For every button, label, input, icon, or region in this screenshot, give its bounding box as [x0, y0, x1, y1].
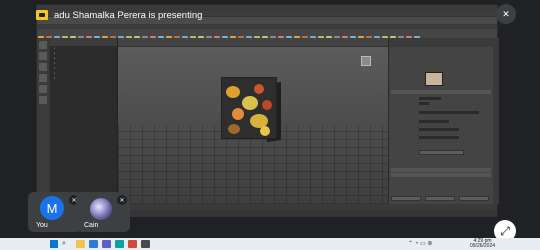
- edge-icon[interactable]: [89, 240, 98, 248]
- taskbar-apps: [76, 240, 150, 248]
- avatar: [90, 198, 112, 220]
- outliner-panel: ▪ ▪ ▪ ▪ ▪ ▪ ▪: [50, 38, 118, 204]
- attribute-editor: [388, 38, 493, 204]
- maya-shelf[interactable]: [37, 29, 497, 42]
- presenter-muted-mic-icon: ✕: [496, 4, 516, 24]
- select-tool-icon[interactable]: [39, 41, 47, 49]
- reload-button[interactable]: [419, 150, 464, 155]
- channel-box-tabs[interactable]: [493, 38, 499, 204]
- outliner-item[interactable]: ▪: [50, 76, 117, 81]
- outliner-header[interactable]: [50, 38, 117, 46]
- participant-name: Cain: [84, 222, 99, 229]
- windows-taskbar: ⌕ ⌃ ◔ ▭ ⊚ 4:29 pm 09/26/2024: [0, 238, 540, 250]
- app-icon[interactable]: [128, 240, 137, 248]
- move-tool-icon[interactable]: [39, 74, 47, 82]
- screen: ▪ ▪ ▪ ▪ ▪ ▪ ▪ persp: [0, 0, 540, 250]
- textured-cube[interactable]: [221, 77, 277, 139]
- start-button-icon[interactable]: [50, 240, 58, 248]
- select-button[interactable]: [391, 196, 421, 201]
- rotate-tool-icon[interactable]: [39, 85, 47, 93]
- clock[interactable]: 4:29 pm 09/26/2024: [470, 239, 495, 249]
- presenting-banner: adu Shamalka Perera is presenting: [36, 4, 256, 26]
- interactive-sequence-section[interactable]: [391, 168, 491, 172]
- scale-tool-icon[interactable]: [39, 96, 47, 104]
- app-icon[interactable]: [141, 240, 150, 248]
- view-cube-icon[interactable]: [361, 56, 371, 66]
- file-explorer-icon[interactable]: [76, 240, 85, 248]
- maya-app-icon[interactable]: [115, 240, 124, 248]
- participant-name: You: [36, 222, 48, 229]
- clock-date: 09/26/2024: [470, 243, 496, 249]
- viewport-toolbar[interactable]: [118, 38, 388, 47]
- maya-window: ▪ ▪ ▪ ▪ ▪ ▪ ▪ persp: [36, 4, 499, 217]
- attribute-editor-tabs[interactable]: [389, 38, 493, 47]
- muted-mic-icon: ✕: [117, 195, 127, 205]
- participant-tile-you[interactable]: M You ✕: [28, 192, 82, 232]
- system-tray[interactable]: ⌃ ◔ ▭ ⊚: [408, 240, 432, 247]
- lasso-tool-icon[interactable]: [39, 52, 47, 60]
- load-attributes-button[interactable]: [425, 196, 455, 201]
- teams-icon[interactable]: [102, 240, 111, 248]
- maya-toolbox: [37, 38, 50, 204]
- search-icon[interactable]: ⌕: [62, 240, 66, 248]
- filter-type-dropdown[interactable]: [419, 97, 441, 100]
- color-balance-section[interactable]: [391, 173, 491, 177]
- uv-tiling-mode-field[interactable]: [419, 128, 459, 131]
- presenting-text: adu Shamalka Perera is presenting: [54, 9, 203, 21]
- texture-swatch[interactable]: [425, 72, 443, 86]
- paint-tool-icon[interactable]: [39, 63, 47, 71]
- pre-filter-field[interactable]: [419, 102, 429, 105]
- file-attributes-section[interactable]: [391, 90, 491, 94]
- avatar: M: [40, 196, 64, 220]
- participant-tile-cain[interactable]: Cain ✕: [76, 192, 130, 232]
- present-screen-icon: [36, 10, 48, 20]
- image-name-field[interactable]: [419, 111, 479, 114]
- color-space-field[interactable]: [419, 136, 459, 139]
- use-image-sequence-field[interactable]: [419, 120, 449, 123]
- copy-tab-button[interactable]: [459, 196, 489, 201]
- 3d-viewport[interactable]: persp: [118, 47, 388, 211]
